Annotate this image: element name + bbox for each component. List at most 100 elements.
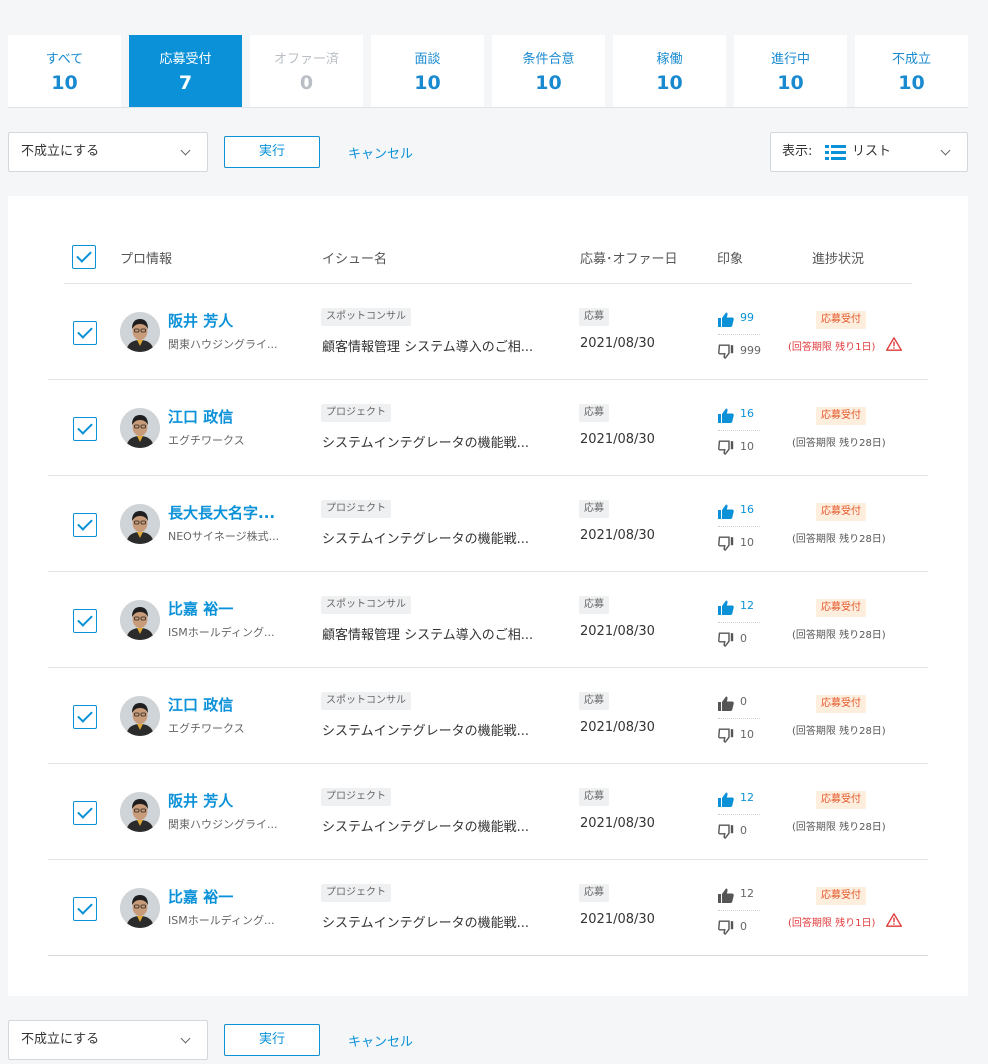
row-checkbox[interactable] <box>73 609 97 633</box>
tab-0[interactable]: すべて 10 <box>8 35 121 107</box>
bad-impression[interactable]: 10 <box>718 532 760 552</box>
tab-5[interactable]: 稼働 10 <box>613 35 726 107</box>
pro-name-link[interactable]: 江口 政信 <box>168 694 233 715</box>
tab-3[interactable]: 面談 10 <box>371 35 484 107</box>
execute-button[interactable]: 実行 <box>224 1024 320 1056</box>
tab-2[interactable]: オファー済 0 <box>250 35 363 107</box>
action-bar-bottom: 不成立にする 実行 キャンセル <box>8 1020 968 1060</box>
row-checkbox[interactable] <box>73 417 97 441</box>
pro-company: 関東ハウジングライ... <box>168 338 278 351</box>
pro-name-link[interactable]: 阪井 芳人 <box>168 790 233 811</box>
view-mode-value: リスト <box>852 144 892 159</box>
status-tabs: すべて 10 応募受付 7 オファー済 0 面談 10 条件合意 10 稼働 10 進行中 10 不成立 10 <box>8 35 968 108</box>
bulk-action-select[interactable]: 不成立にする <box>8 132 208 172</box>
good-impression[interactable]: 0 <box>718 694 760 719</box>
response-deadline: (回答期限 残り28日) <box>792 630 886 641</box>
row-checkbox[interactable] <box>73 321 97 345</box>
status-badge: 応募受付 <box>816 695 866 713</box>
table-header: プロ情報 イシュー名 応募･オファー日 印象 進捗状況 <box>64 236 912 284</box>
good-count: 12 <box>740 791 754 804</box>
table-row: 江口 政信 エグチワークス スポットコンサル システムインテグレータの機能戦... 応募… <box>48 668 928 764</box>
pro-name-link[interactable]: 比嘉 裕一 <box>168 886 233 907</box>
pro-company: ISMホールディング... <box>168 626 275 639</box>
execute-button[interactable]: 実行 <box>224 136 320 168</box>
pro-name-link[interactable]: 江口 政信 <box>168 406 233 427</box>
row-checkbox[interactable] <box>73 705 97 729</box>
apply-date: 2021/08/30 <box>580 720 655 735</box>
issue-name-link[interactable]: システムインテグレータの機能戦... <box>322 912 529 931</box>
issue-name-link[interactable]: システムインテグレータの機能戦... <box>322 432 529 451</box>
bad-impression[interactable]: 10 <box>718 724 760 744</box>
status-badge: 応募受付 <box>816 791 866 809</box>
good-impression[interactable]: 99 <box>718 310 760 335</box>
pro-company: 関東ハウジングライ... <box>168 818 278 831</box>
response-deadline: (回答期限 残り1日) <box>788 918 876 929</box>
tab-4[interactable]: 条件合意 10 <box>492 35 605 107</box>
bad-count: 10 <box>740 728 754 741</box>
issue-type-tag: プロジェクト <box>321 500 391 518</box>
good-impression[interactable]: 16 <box>718 406 760 431</box>
pro-company: エグチワークス <box>168 434 245 447</box>
good-impression[interactable]: 12 <box>718 790 760 815</box>
tab-label: オファー済 <box>273 52 339 67</box>
pro-name-link[interactable]: 比嘉 裕一 <box>168 598 233 619</box>
table-body: 阪井 芳人 関東ハウジングライ... スポットコンサル 顧客情報管理 システム導入のご… <box>48 284 928 956</box>
select-all-checkbox[interactable] <box>72 245 96 269</box>
good-impression[interactable]: 12 <box>718 886 760 911</box>
issue-name-link[interactable]: 顧客情報管理 システム導入のご相... <box>322 624 533 643</box>
row-checkbox[interactable] <box>73 513 97 537</box>
date-type-tag: 応募 <box>579 404 609 422</box>
tab-6[interactable]: 進行中 10 <box>734 35 847 107</box>
tab-label: 応募受付 <box>159 52 212 67</box>
apply-date: 2021/08/30 <box>580 816 655 831</box>
bad-impression[interactable]: 999 <box>718 340 761 360</box>
issue-name-link[interactable]: システムインテグレータの機能戦... <box>322 816 529 835</box>
tab-count: 7 <box>178 72 193 94</box>
tab-label: 稼働 <box>656 52 683 67</box>
status-badge: 応募受付 <box>816 503 866 521</box>
warning-icon <box>886 913 902 927</box>
tab-1[interactable]: 応募受付 7 <box>129 35 242 107</box>
response-deadline: (回答期限 残り1日) <box>788 342 876 353</box>
bad-impression[interactable]: 0 <box>718 916 760 936</box>
issue-name-link[interactable]: システムインテグレータの機能戦... <box>322 528 529 547</box>
action-bar-top: 不成立にする 実行 キャンセル 表示: リスト <box>8 132 968 172</box>
row-checkbox[interactable] <box>73 801 97 825</box>
cancel-link[interactable]: キャンセル <box>348 1031 413 1050</box>
bad-impression[interactable]: 10 <box>718 436 760 456</box>
status-badge: 応募受付 <box>816 407 866 425</box>
response-deadline: (回答期限 残り28日) <box>792 438 886 449</box>
pro-name-link[interactable]: 阪井 芳人 <box>168 310 233 331</box>
header-issue-name: イシュー名 <box>322 252 388 267</box>
date-type-tag: 応募 <box>579 692 609 710</box>
issue-type-tag: プロジェクト <box>321 788 391 806</box>
bad-count: 0 <box>740 920 747 933</box>
header-progress: 進捗状況 <box>812 252 865 267</box>
tab-count: 10 <box>777 72 804 94</box>
issue-name-link[interactable]: システムインテグレータの機能戦... <box>322 720 529 739</box>
apply-date: 2021/08/30 <box>580 912 655 927</box>
bulk-action-select[interactable]: 不成立にする <box>8 1020 208 1060</box>
tab-count: 10 <box>414 72 441 94</box>
tab-7[interactable]: 不成立 10 <box>855 35 968 107</box>
table-row: 阪井 芳人関東ハウジングライ... プロジェクトシステムインテグレータの機能戦..… <box>48 764 928 860</box>
apply-date: 2021/08/30 <box>580 432 655 447</box>
good-impression[interactable]: 16 <box>718 502 760 527</box>
apply-date: 2021/08/30 <box>580 624 655 639</box>
good-impression[interactable]: 12 <box>718 598 760 623</box>
bad-impression[interactable]: 0 <box>718 628 760 648</box>
issue-name-link[interactable]: 顧客情報管理 システム導入のご相... <box>322 336 533 355</box>
row-checkbox[interactable] <box>73 897 97 921</box>
issue-type-tag: スポットコンサル <box>321 692 411 710</box>
view-mode-select[interactable]: 表示: リスト <box>770 132 968 172</box>
apply-date: 2021/08/30 <box>580 336 655 351</box>
pro-name-link[interactable]: 長大長大名字... <box>168 502 275 523</box>
good-count: 16 <box>740 503 754 516</box>
cancel-link[interactable]: キャンセル <box>348 143 413 162</box>
bad-count: 999 <box>740 344 761 357</box>
bulk-action-select-value: 不成立にする <box>21 144 100 159</box>
good-count: 12 <box>740 599 754 612</box>
avatar <box>120 792 160 832</box>
bad-count: 0 <box>740 632 747 645</box>
bad-impression[interactable]: 0 <box>718 820 760 840</box>
